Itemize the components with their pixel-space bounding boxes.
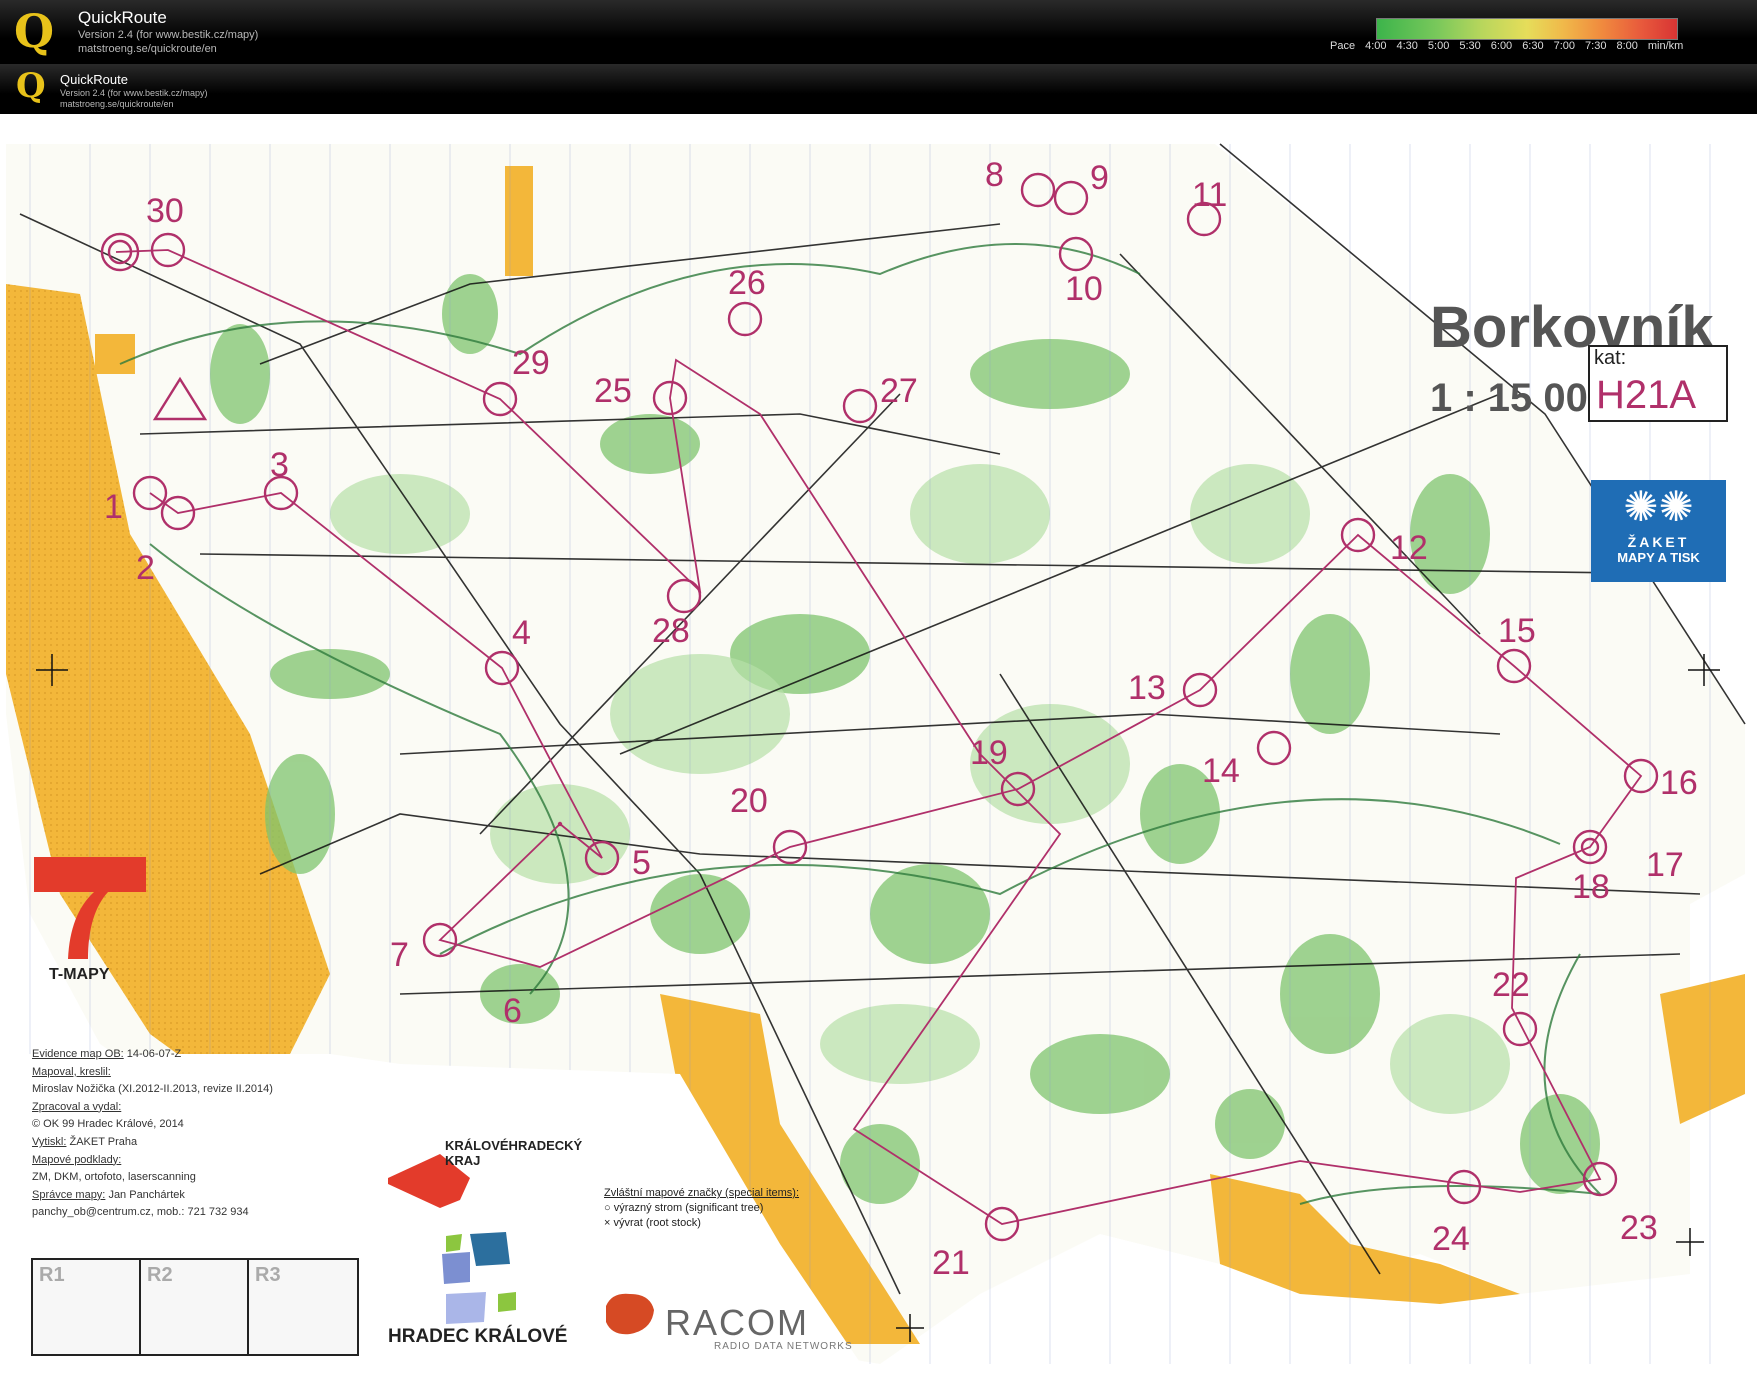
control-label: 8 (985, 156, 1004, 194)
credit-value: Jan Panchártek (108, 1188, 185, 1201)
orienteering-map[interactable]: 1 2 3 4 5 6 7 8 9 10 11 12 13 14 15 16 1… (0, 114, 1757, 1392)
pace-color-scale (1376, 18, 1678, 40)
control-label: 7 (390, 936, 409, 974)
pace-tick: 6:00 (1490, 40, 1513, 52)
credit-label: Vytiskl: (32, 1135, 67, 1148)
control-label: 29 (512, 344, 550, 382)
relay-label: R1 (39, 1264, 65, 1286)
pace-legend: Pace 4:00 4:30 5:00 5:30 6:00 6:30 7:00 7:30 8:00… (1330, 40, 1693, 52)
hradec-label: HRADEC KRÁLOVÉ (388, 1326, 568, 1347)
pace-tick: 4:30 (1396, 40, 1418, 52)
pace-tick: 7:00 (1553, 40, 1576, 52)
credit-label: Mapoval, kreslil: (32, 1065, 111, 1078)
credit-label: Zpracoval a vydal: (32, 1100, 122, 1113)
zaket-subtitle: MAPY A TISK (1617, 550, 1700, 565)
kraj-label: KRÁLOVÉHRADECKÝ KRAJ (445, 1138, 582, 1168)
zaket-name: ŽAKET (1627, 534, 1690, 550)
credit-value: Miroslav Nožička (XI.2012-II.2013, reviz… (32, 1083, 273, 1096)
control-label: 24 (1432, 1220, 1470, 1258)
app-name: QuickRoute (78, 8, 167, 27)
special-item: vývrat (root stock) (613, 1217, 701, 1229)
control-label: 30 (146, 192, 184, 230)
control-label: 2 (136, 549, 155, 587)
credit-value: 14-06-07-Z (126, 1048, 182, 1060)
control-label: 19 (970, 734, 1008, 772)
control-label: 25 (594, 372, 632, 410)
racom-label: RACOM (665, 1302, 809, 1343)
control-label: 4 (512, 614, 531, 652)
credit-value: ZM, DKM, ortofoto, laserscanning (32, 1171, 196, 1184)
relay-box-r2: R2 (139, 1258, 251, 1356)
control-label: 18 (1572, 868, 1610, 906)
special-items-heading: Zvláštní mapové značky (special items): (604, 1187, 800, 1199)
category-value: H21A (1596, 373, 1697, 417)
quickroute-logo-icon: Q (14, 4, 55, 58)
credit-label: Mapové podklady: (32, 1153, 122, 1166)
pace-tick: 5:30 (1459, 40, 1481, 52)
pace-tick: 6:30 (1522, 40, 1544, 52)
pace-tick: 4:00 (1365, 40, 1387, 52)
kraj-line: KRÁLOVÉHRADECKÝ (445, 1138, 583, 1153)
control-label: 9 (1090, 159, 1109, 197)
credit-value: © OK 99 Hradec Králové, 2014 (32, 1118, 184, 1131)
tmapy-label: T-MAPY (49, 966, 110, 983)
sun-icon: ✺✺ (1623, 483, 1694, 530)
pace-tick: 5:00 (1427, 40, 1450, 52)
relay-label: R2 (147, 1264, 173, 1286)
app-version-text: Version 2.4 (for www.bestik.cz/mapy) (60, 88, 208, 98)
app-url[interactable]: matstroeng.se/quickroute/en (78, 43, 258, 57)
control-label: 12 (1390, 529, 1428, 567)
pace-tick: 8:00 (1616, 40, 1638, 52)
control-label: 6 (503, 992, 522, 1030)
control-label: 26 (728, 264, 766, 302)
control-label: 10 (1065, 270, 1103, 308)
credit-label: Správce mapy: (32, 1188, 106, 1201)
relay-box-r1: R1 (31, 1258, 143, 1356)
racom-subtitle: RADIO DATA NETWORKS (714, 1341, 853, 1352)
kraj-line: KRAJ (445, 1153, 481, 1168)
pace-label: Pace (1330, 40, 1356, 52)
control-label: 22 (1492, 966, 1530, 1004)
pace-tick: 7:30 (1585, 40, 1607, 52)
app-version-text: Version 2.4 (for www.bestik.cz/mapy) (78, 29, 259, 41)
control-label: 23 (1620, 1209, 1658, 1247)
control-label: 3 (270, 446, 289, 484)
credit-label: Evidence map OB: (32, 1048, 124, 1060)
pace-unit: min/km (1647, 40, 1684, 52)
relay-box-r3: R3 (247, 1258, 359, 1356)
app-version: Version 2.4 (for www.bestik.cz/mapy) mat… (78, 29, 258, 57)
control-label: 11 (1192, 176, 1227, 214)
app-name: QuickRoute (60, 72, 128, 87)
app-version: Version 2.4 (for www.bestik.cz/mapy) mat… (60, 88, 208, 111)
control-label: 28 (652, 612, 690, 650)
control-label: 20 (730, 782, 768, 820)
control-label: 15 (1498, 612, 1536, 650)
credit-value: ŽAKET Praha (69, 1135, 138, 1148)
special-item: výrazný strom (significant tree) (613, 1202, 764, 1214)
category-label: kat: (1594, 347, 1627, 369)
special-items-legend: Zvláštní mapové značky (special items): … (604, 1187, 800, 1229)
credit-value: panchy_ob@centrum.cz, mob.: 721 732 934 (32, 1206, 249, 1219)
app-url[interactable]: matstroeng.se/quickroute/en (60, 99, 208, 110)
zaket-logo: ✺✺ ŽAKET MAPY A TISK (1591, 480, 1726, 582)
category-box: kat: H21A (1588, 345, 1728, 422)
map-credits: Evidence map OB: 14-06-07-Z Mapoval, kre… (32, 1046, 273, 1222)
control-label: 1 (104, 488, 123, 526)
control-label: 13 (1128, 669, 1166, 707)
control-label: 17 (1646, 846, 1684, 884)
control-label: 21 (932, 1244, 970, 1282)
control-label: 16 (1660, 764, 1698, 802)
quickroute-logo-icon: Q (16, 66, 46, 106)
control-label: 27 (880, 372, 918, 410)
quickroute-inner-header: Q QuickRoute Version 2.4 (for www.bestik… (0, 64, 1757, 114)
quickroute-header: Q QuickRoute Version 2.4 (for www.bestik… (0, 0, 1757, 64)
control-label: 14 (1202, 752, 1240, 790)
control-label: 5 (632, 844, 651, 882)
relay-label: R3 (255, 1264, 281, 1286)
